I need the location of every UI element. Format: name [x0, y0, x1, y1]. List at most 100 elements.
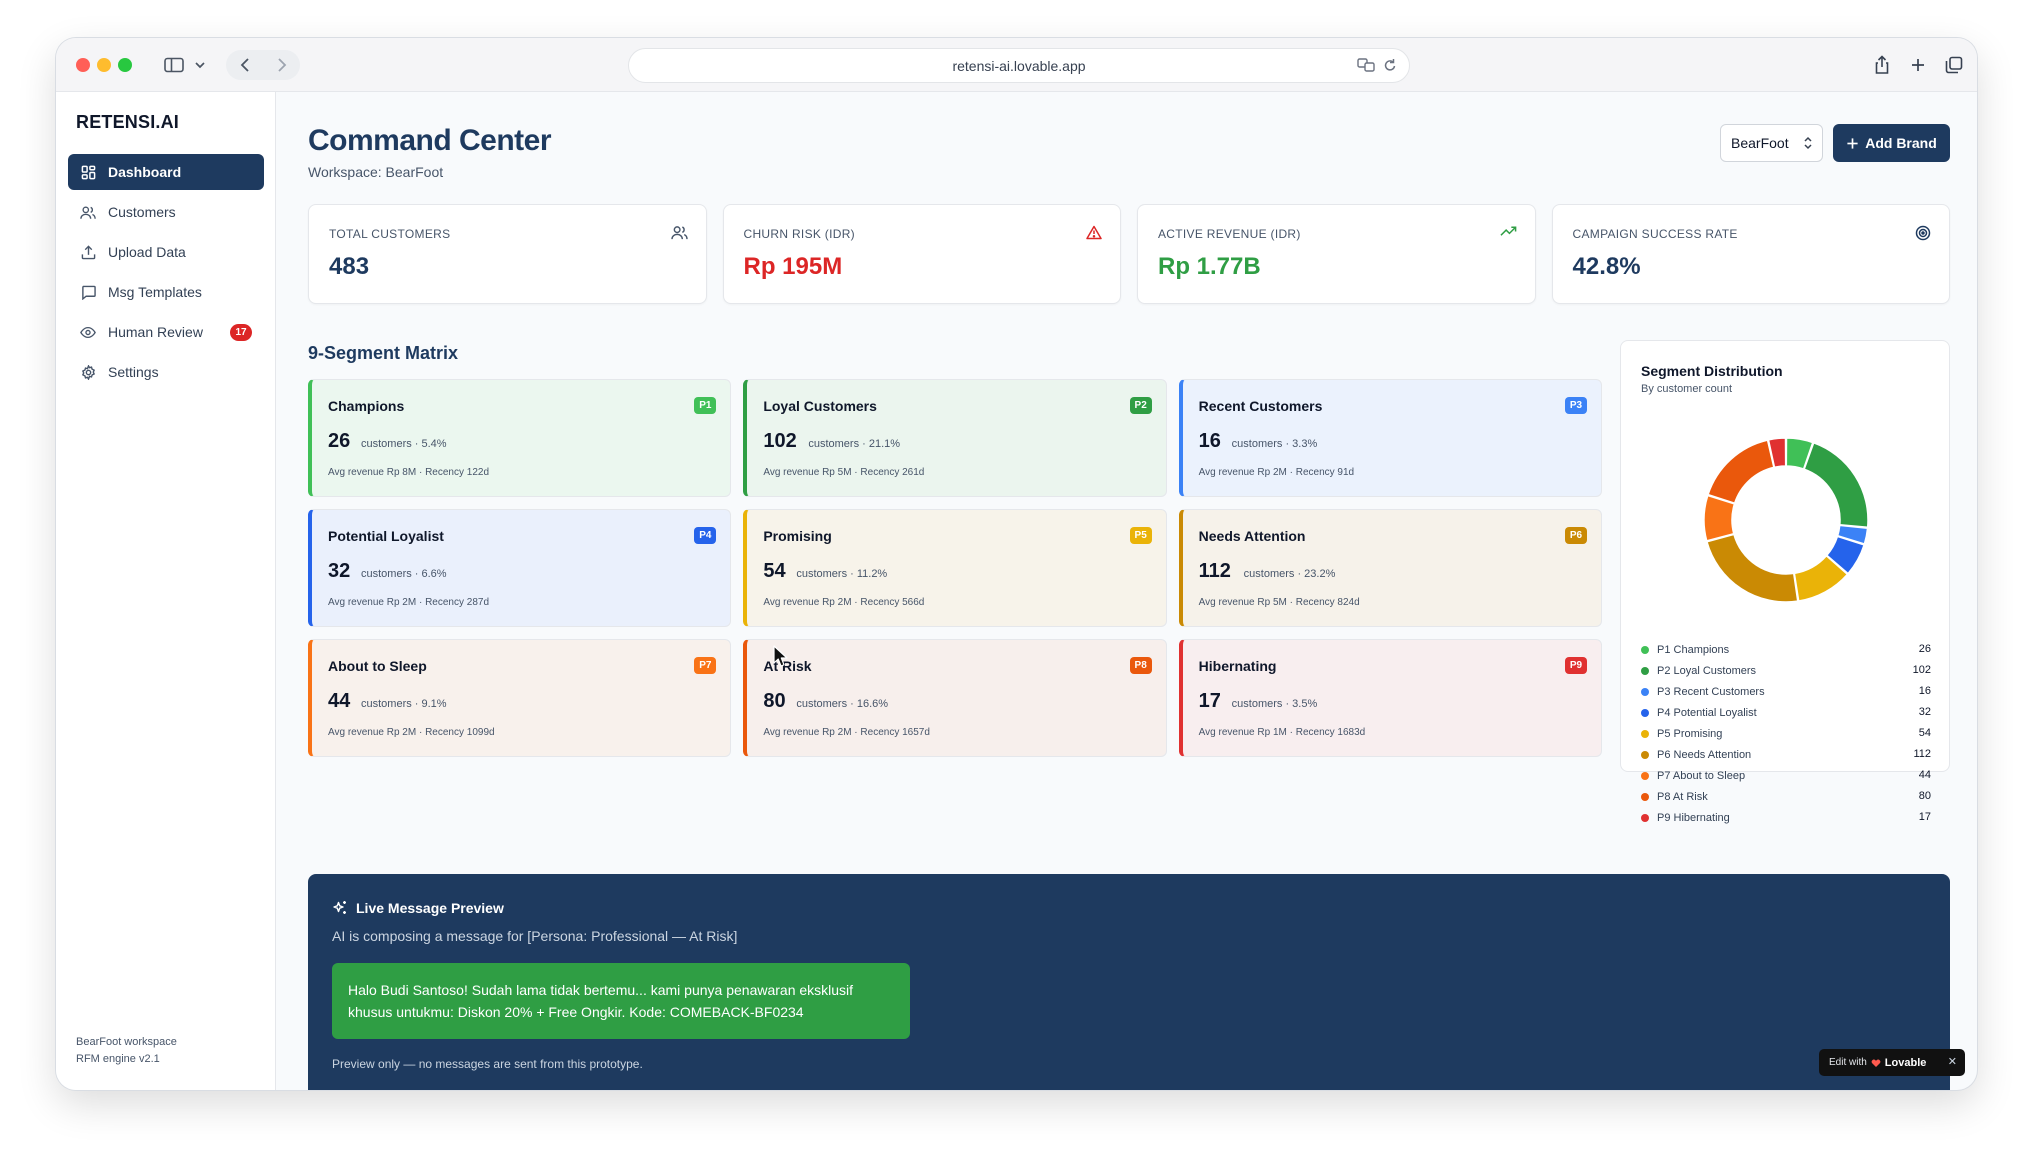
legend-dot [1641, 750, 1649, 759]
legend-dot [1641, 666, 1649, 675]
segment-avg-revenue: Avg revenue Rp 2M · Recency 91d [1198, 467, 1355, 478]
preview-title: Live Message Preview [356, 900, 504, 916]
kpi-value: Rp 195M [743, 253, 843, 280]
brand-select[interactable]: BearFoot [1720, 124, 1823, 162]
close-window-button[interactable] [76, 58, 90, 72]
close-icon[interactable]: ✕ [1948, 1055, 1957, 1068]
address-bar[interactable]: retensi-ai.lovable.app [628, 48, 1410, 83]
workspace-footer-label: BearFoot workspace [76, 1036, 177, 1048]
segment-code-badge: P1 [694, 397, 717, 414]
sidebar-item-msg-templates[interactable]: Msg Templates [68, 274, 264, 310]
plus-icon [1847, 137, 1858, 149]
legend-value: 17 [1918, 811, 1931, 823]
sidebar-item-customers[interactable]: Customers [68, 194, 264, 230]
maximize-window-button[interactable] [118, 58, 132, 72]
live-message-preview: Live Message Preview AI is composing a m… [308, 874, 1950, 1090]
target-icon [1915, 225, 1931, 241]
legend-label: P6 Needs Attention [1657, 748, 1752, 761]
sidebar-item-label: Msg Templates [108, 284, 202, 300]
preview-subtitle: AI is composing a message for [Persona: … [332, 928, 738, 944]
sidebar-item-label: Human Review [108, 324, 203, 340]
legend-item: P2 Loyal Customers 102 [1641, 660, 1931, 681]
browser-chrome: retensi-ai.lovable.app [56, 38, 1977, 92]
kpi-label: ACTIVE REVENUE (IDR) [1158, 227, 1301, 241]
legend-item: P9 Hibernating 17 [1641, 807, 1931, 828]
preview-note: Preview only — no messages are sent from… [332, 1057, 643, 1071]
segment-card-promising[interactable]: Promising P5 54 customers · 11.2% Avg revenu… [743, 509, 1167, 627]
segment-name: Promising [763, 528, 832, 544]
segment-count: 32 [328, 560, 351, 582]
users-icon [670, 226, 688, 240]
segment-card-about-to-sleep[interactable]: About to Sleep P7 44 customers · 9.1% Avg re… [308, 639, 732, 757]
legend-label: P3 Recent Customers [1657, 685, 1765, 698]
segment-share: customers · 23.2% [1243, 568, 1336, 580]
segment-code-badge: P5 [1129, 527, 1152, 544]
browser-window: retensi-ai.lovable.app RETENSI.AI Dashbo… [56, 38, 1977, 1090]
segment-name: Needs Attention [1198, 528, 1306, 544]
kpi-row: TOTAL CUSTOMERS 483 CHURN RISK (IDR) Rp … [308, 204, 1950, 304]
sidebar-item-label: Dashboard [108, 164, 182, 180]
back-button[interactable] [226, 57, 263, 73]
legend-dot [1641, 708, 1649, 717]
donut-slice-p2[interactable] [1803, 441, 1869, 529]
donut-slice-p6[interactable] [1706, 533, 1799, 603]
app-logo[interactable]: RETENSI.AI [76, 112, 179, 133]
kpi-value: 483 [329, 253, 370, 280]
segment-card-needs-attention[interactable]: Needs Attention P6 112 customers · 23.2% Avg… [1178, 509, 1602, 627]
sidebar-item-human-review[interactable]: Human Review 17 [68, 314, 264, 350]
chevron-updown-icon [1804, 136, 1812, 150]
edit-with-lovable-button[interactable]: Edit with Lovable ✕ [1819, 1049, 1965, 1076]
legend-dot [1641, 687, 1649, 696]
legend-value: 112 [1913, 748, 1931, 760]
legend-value: 44 [1918, 769, 1931, 781]
segment-avg-revenue: Avg revenue Rp 5M · Recency 261d [763, 467, 925, 478]
users-icon [80, 206, 96, 219]
segment-count: 54 [763, 560, 786, 582]
preview-title-row: Live Message Preview [332, 900, 504, 916]
kpi-card-campaign-success: CAMPAIGN SUCCESS RATE 42.8% [1551, 204, 1950, 304]
segment-share: customers · 21.1% [808, 438, 901, 450]
legend-label: P8 At Risk [1657, 790, 1708, 803]
legend-value: 32 [1918, 706, 1931, 718]
segment-card-potential-loyalist[interactable]: Potential Loyalist P4 32 customers · 6.6% Av… [308, 509, 732, 627]
segment-card-at-risk[interactable]: At Risk P8 80 customers · 16.6% Avg revenue … [743, 639, 1167, 757]
chevron-right-icon [277, 58, 286, 72]
reload-icon[interactable] [1383, 57, 1397, 73]
segment-matrix: Champions P1 26 customers · 5.4% Avg revenue… [308, 379, 1602, 757]
kpi-value: Rp 1.77B [1158, 253, 1261, 280]
segment-count: 112 [1198, 560, 1231, 582]
tabs-icon [1945, 56, 1963, 74]
segment-share: customers · 16.6% [796, 698, 889, 710]
tab-overview-button[interactable] [1941, 52, 1967, 78]
sidebar-item-upload-data[interactable]: Upload Data [68, 234, 264, 270]
segment-code-badge: P2 [1129, 397, 1152, 414]
segment-card-hibernating[interactable]: Hibernating P9 17 customers · 3.5% Avg reven… [1178, 639, 1602, 757]
segment-card-loyal-customers[interactable]: Loyal Customers P2 102 customers · 21.1% Avg… [743, 379, 1167, 497]
segment-name: About to Sleep [328, 658, 427, 674]
alert-triangle-icon [1086, 225, 1102, 240]
sidebar-toggle-button[interactable] [154, 50, 216, 80]
share-button[interactable] [1869, 52, 1895, 78]
add-brand-button[interactable]: Add Brand [1833, 124, 1950, 162]
legend-dot [1641, 813, 1649, 822]
translate-icon[interactable] [1357, 57, 1375, 73]
workspace-label: Workspace: BearFoot [308, 164, 444, 180]
segment-card-recent-customers[interactable]: Recent Customers P3 16 customers · 3.3% Avg … [1178, 379, 1602, 497]
donut-slice-p8[interactable] [1707, 439, 1775, 505]
sidebar-item-dashboard[interactable]: Dashboard [68, 154, 264, 190]
legend-value: 16 [1918, 685, 1931, 697]
segment-name: Potential Loyalist [328, 528, 444, 544]
lovable-brand: Lovable [1884, 1056, 1927, 1069]
forward-button[interactable] [263, 57, 300, 73]
legend-item: P8 At Risk 80 [1641, 786, 1931, 807]
mouse-cursor-icon [773, 645, 788, 667]
new-tab-button[interactable] [1905, 52, 1931, 78]
segment-avg-revenue: Avg revenue Rp 2M · Recency 566d [763, 597, 925, 608]
segment-name: Hibernating [1198, 658, 1277, 674]
segment-card-champions[interactable]: Champions P1 26 customers · 5.4% Avg revenue… [308, 379, 732, 497]
legend-value: 54 [1918, 727, 1931, 739]
minimize-window-button[interactable] [97, 58, 111, 72]
message-icon [81, 285, 96, 300]
legend-label: P4 Potential Loyalist [1657, 706, 1757, 719]
sidebar-item-settings[interactable]: Settings [68, 354, 264, 390]
